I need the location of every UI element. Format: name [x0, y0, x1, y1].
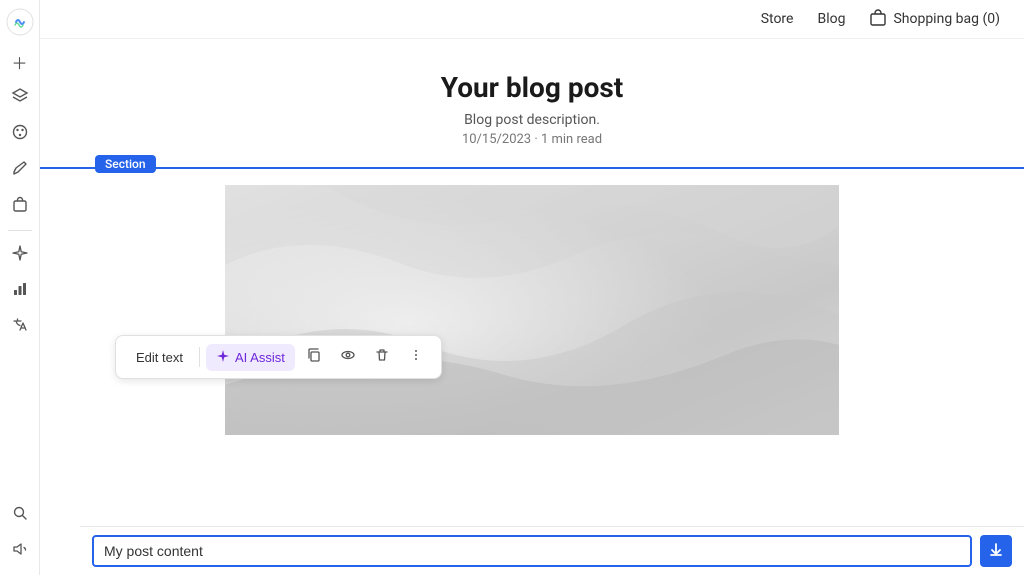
- edit-text-label: Edit text: [136, 350, 183, 365]
- copy-icon: [306, 347, 322, 367]
- sidebar-item-layers[interactable]: [4, 82, 36, 114]
- cart-label: Shopping bag (0): [893, 11, 1000, 27]
- blog-image: [225, 185, 839, 435]
- sidebar-item-pen[interactable]: [4, 154, 36, 186]
- nav-store-link[interactable]: Store: [761, 11, 794, 27]
- sparkle-ai-icon: [216, 349, 230, 366]
- logo-icon[interactable]: [6, 8, 34, 36]
- blog-description: Blog post description.: [60, 112, 1004, 128]
- shopping-bag-icon: [869, 8, 887, 30]
- blog-image-container: [40, 169, 1024, 435]
- ai-assist-label: AI Assist: [235, 350, 285, 365]
- search-icon: [11, 504, 29, 526]
- eye-icon: [340, 347, 356, 367]
- blog-meta: 10/15/2023 · 1 min read: [60, 132, 1004, 147]
- top-nav: Store Blog Shopping bag (0): [40, 0, 1024, 39]
- delete-button[interactable]: [367, 342, 397, 372]
- section-wrapper: Section: [40, 167, 1024, 435]
- copy-button[interactable]: [299, 342, 329, 372]
- toolbar: Edit text AI Assist: [115, 335, 442, 379]
- sidebar-item-translate[interactable]: [4, 311, 36, 343]
- translate-icon: [11, 316, 29, 338]
- sidebar-divider-1: [8, 230, 32, 231]
- main-area: Store Blog Shopping bag (0) Your blog po…: [40, 0, 1024, 575]
- download-button[interactable]: [980, 535, 1012, 567]
- bottom-input-area: [80, 526, 1024, 575]
- sidebar-item-add[interactable]: ＋: [4, 46, 36, 78]
- pen-icon: [11, 159, 29, 181]
- nav-cart[interactable]: Shopping bag (0): [869, 8, 1000, 30]
- sidebar-item-sparkle[interactable]: [4, 239, 36, 271]
- section-label: Section: [95, 155, 156, 173]
- palette-icon: [11, 123, 29, 145]
- trash-icon: [374, 347, 390, 367]
- bag-icon: [11, 195, 29, 217]
- sidebar-item-announcements[interactable]: [4, 535, 36, 567]
- plus-icon: ＋: [11, 50, 27, 74]
- ai-assist-button[interactable]: AI Assist: [206, 344, 295, 371]
- edit-text-button[interactable]: Edit text: [126, 345, 193, 370]
- sidebar-item-bag[interactable]: [4, 190, 36, 222]
- sparkle-icon: [11, 244, 29, 266]
- sidebar-item-search[interactable]: [4, 499, 36, 531]
- visibility-button[interactable]: [333, 342, 363, 372]
- nav-blog-link[interactable]: Blog: [817, 11, 845, 27]
- announcement-icon: [11, 540, 29, 562]
- toolbar-divider-1: [199, 347, 200, 367]
- sidebar-item-chart[interactable]: [4, 275, 36, 307]
- more-button[interactable]: [401, 342, 431, 372]
- content-area: Your blog post Blog post description. 10…: [40, 39, 1024, 575]
- sidebar-bottom: [4, 499, 36, 567]
- sidebar-item-palette[interactable]: [4, 118, 36, 150]
- blog-title: Your blog post: [60, 71, 1004, 104]
- layers-icon: [11, 87, 29, 109]
- post-content-input[interactable]: [92, 535, 972, 567]
- chart-icon: [11, 280, 29, 302]
- sidebar: ＋: [0, 0, 40, 575]
- more-icon: [408, 347, 424, 367]
- download-icon: [989, 543, 1003, 560]
- blog-header: Your blog post Blog post description. 10…: [40, 39, 1024, 167]
